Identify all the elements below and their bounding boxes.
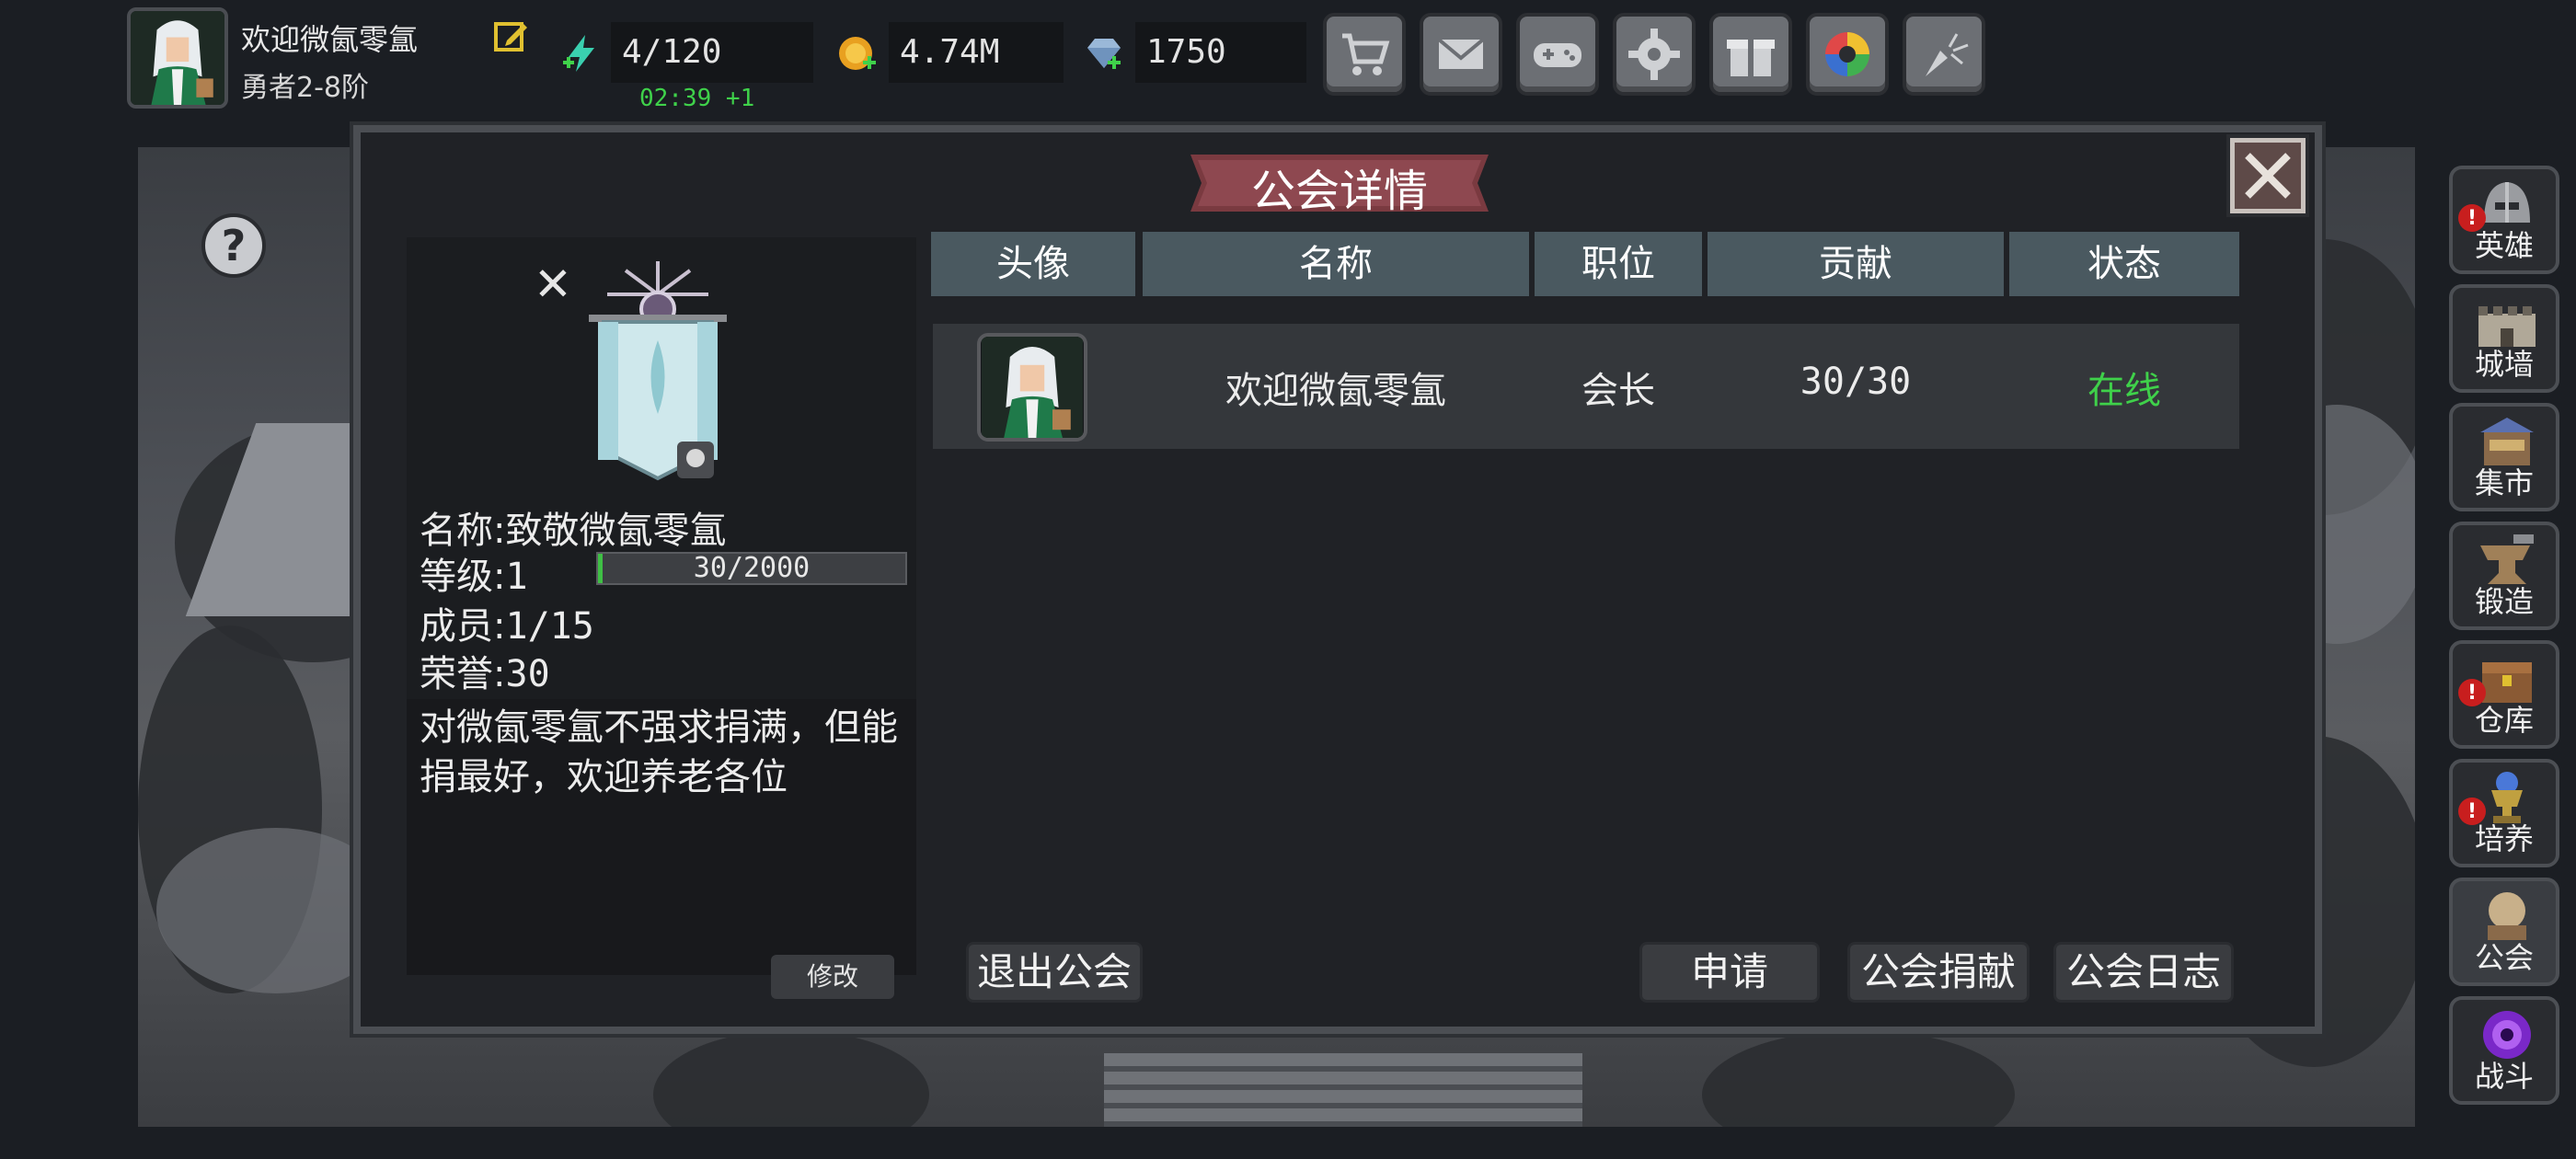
guild-banner-emblem <box>589 261 727 481</box>
member-avatar[interactable] <box>977 333 1087 442</box>
cultivate-alert-badge: ! <box>2458 798 2486 825</box>
sidebar-item-wall[interactable]: 城墙 <box>2449 284 2559 393</box>
player-name: 欢迎微氤零氲 <box>241 22 419 57</box>
mail-icon <box>1437 38 1485 69</box>
sidebar-item-heroes[interactable]: ! 英雄 <box>2449 166 2559 274</box>
apply-button[interactable]: 申请 <box>1639 942 1820 1003</box>
gold-value: 4.74M <box>889 22 1064 83</box>
mail-button[interactable] <box>1420 13 1502 96</box>
sidebar-item-forge[interactable]: 锻造 <box>2449 522 2559 630</box>
shop-button[interactable] <box>1323 13 1406 96</box>
sidebar-item-label: 公会 <box>2474 940 2534 975</box>
help-button[interactable]: ? <box>201 213 266 278</box>
fireworks-button[interactable] <box>1903 13 1985 96</box>
guild-description: 对微氤零氲不强求捐满，但能捐最好，欢迎养老各位 <box>420 706 898 798</box>
member-status: 在线 <box>2087 370 2161 412</box>
guild-honor-line: 荣誉:30 <box>420 644 550 697</box>
guild-honor-label: 荣誉: <box>420 653 506 695</box>
gold-coin-icon <box>837 33 878 74</box>
close-button[interactable] <box>2230 138 2306 213</box>
leave-guild-button[interactable]: 退出公会 <box>966 942 1143 1003</box>
color-wheel-button[interactable] <box>1806 13 1889 96</box>
header-name: 名称 <box>1143 232 1529 296</box>
modify-button[interactable]: 修改 <box>771 955 894 999</box>
hero-alert-badge: ! <box>2458 204 2486 232</box>
guild-donate-button[interactable]: 公会捐献 <box>1847 942 2030 1003</box>
player-rank: 勇者2-8阶 <box>241 72 369 104</box>
member-position: 会长 <box>1581 370 1655 412</box>
color-wheel-icon <box>1825 32 1869 76</box>
guild-name: 致敬微氤零氲 <box>505 510 727 552</box>
player-avatar[interactable] <box>127 7 228 109</box>
energy-value: 4/120 <box>611 22 813 83</box>
guild-honor: 30 <box>505 653 550 695</box>
energy-icon <box>561 33 602 74</box>
close-icon <box>2245 153 2291 199</box>
warehouse-alert-badge: ! <box>2458 679 2486 706</box>
gamepad-icon <box>1534 43 1581 67</box>
gem-icon <box>1084 33 1124 74</box>
sidebar-item-label: 城墙 <box>2474 347 2534 382</box>
settings-gear-icon <box>1628 29 1680 80</box>
guild-level: 1 <box>505 556 528 598</box>
guild-level-line: 等级:1 <box>420 546 528 600</box>
gem-value: 1750 <box>1135 22 1306 83</box>
shop-cart-icon <box>1342 33 1390 75</box>
sidebar-item-battle[interactable]: 战斗 <box>2449 996 2559 1105</box>
header-avatar: 头像 <box>931 232 1135 296</box>
sidebar-item-cultivate[interactable]: ! 培养 <box>2449 759 2559 867</box>
guild-xp-text: 30/2000 <box>693 552 811 584</box>
fireworks-icon <box>1926 33 1969 76</box>
gift-icon <box>1727 40 1775 76</box>
member-name: 欢迎微氤零氲 <box>1225 370 1446 412</box>
sidebar-item-warehouse[interactable]: ! 仓库 <box>2449 640 2559 749</box>
sidebar-item-market[interactable]: 集市 <box>2449 403 2559 511</box>
panel-close-icon[interactable]: ✕ <box>534 261 572 307</box>
sidebar-item-label: 培养 <box>2474 821 2534 856</box>
guild-xp-bar: 30/2000 <box>596 552 907 585</box>
header-contribution: 贡献 <box>1708 232 2004 296</box>
dialog-title: 公会详情 <box>1250 166 1428 217</box>
guild-members-line: 成员:1/15 <box>420 596 594 649</box>
sidebar-item-guild[interactable]: 公会 <box>2449 878 2559 986</box>
guild-members: 1/15 <box>505 605 594 648</box>
sidebar-item-label: 战斗 <box>2474 1059 2534 1094</box>
sidebar-item-label: 集市 <box>2474 465 2534 500</box>
settings-button[interactable] <box>1613 13 1696 96</box>
gift-button[interactable] <box>1709 13 1792 96</box>
edit-name-icon[interactable] <box>492 18 529 55</box>
header-position: 职位 <box>1535 232 1702 296</box>
member-contribution: 30/30 <box>1800 361 1912 403</box>
header-status: 状态 <box>2009 232 2239 296</box>
sidebar-item-label: 仓库 <box>2474 703 2534 738</box>
guild-log-button[interactable]: 公会日志 <box>2053 942 2234 1003</box>
sidebar-item-label: 锻造 <box>2474 584 2534 619</box>
gamepad-button[interactable] <box>1516 13 1599 96</box>
guild-members-label: 成员: <box>420 605 506 648</box>
guild-level-label: 等级: <box>420 556 506 598</box>
sidebar-item-label: 英雄 <box>2474 228 2534 263</box>
energy-timer: 02:39 +1 <box>639 85 755 112</box>
